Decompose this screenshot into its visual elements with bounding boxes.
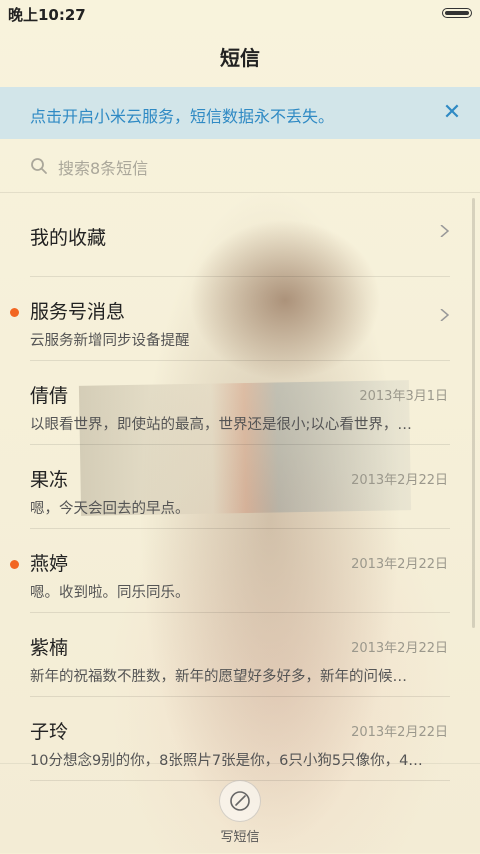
conversation-row[interactable]: 服务号消息云服务新增同步设备提醒 xyxy=(0,277,480,361)
unread-dot xyxy=(10,560,19,569)
conversation-list: 我的收藏服务号消息云服务新增同步设备提醒倩倩以眼看世界，即使站的最高，世界还是很… xyxy=(0,193,480,781)
bottom-bar: 写短信 xyxy=(0,763,480,854)
conversation-row[interactable]: 燕婷嗯。收到啦。同乐同乐。 2013年2月22日 xyxy=(0,529,480,613)
conversation-row[interactable]: 倩倩以眼看世界，即使站的最高，世界还是很小;以心看世界，… 2013年3月1日 xyxy=(0,361,480,445)
status-time: 晚上10:27 xyxy=(8,6,86,24)
compose-button[interactable] xyxy=(219,780,261,822)
unread-dot xyxy=(10,308,19,317)
conversation-date: 2013年2月22日 xyxy=(351,557,448,572)
conversation-date: 2013年2月22日 xyxy=(351,725,448,740)
close-icon[interactable]: ✕ xyxy=(438,99,466,127)
search-bar[interactable]: 搜索8条短信 xyxy=(0,140,480,193)
page-title: 短信 xyxy=(220,46,260,70)
conversation-preview: 新年的祝福数不胜数，新年的愿望好多好多，新年的问候… xyxy=(30,669,407,685)
conversation-name: 果冻 xyxy=(30,469,69,491)
conversation-name: 服务号消息 xyxy=(30,301,126,323)
search-icon xyxy=(31,158,47,174)
search-input[interactable]: 搜索8条短信 xyxy=(58,155,148,179)
chevron-right-icon xyxy=(440,225,450,237)
conversation-preview: 以眼看世界，即使站的最高，世界还是很小;以心看世界，… xyxy=(30,417,412,433)
conversation-row[interactable]: 果冻嗯，今天会回去的早点。 2013年2月22日 xyxy=(0,445,480,529)
banner-text[interactable]: 点击开启小米云服务，短信数据永不丢失。 xyxy=(30,103,334,127)
battery-icon xyxy=(442,8,472,18)
scrollbar[interactable] xyxy=(472,198,475,628)
compose-icon xyxy=(230,791,250,811)
conversation-date: 2013年2月22日 xyxy=(351,641,448,656)
conversation-name: 燕婷 xyxy=(30,553,69,575)
conversation-preview: 嗯。收到啦。同乐同乐。 xyxy=(30,585,190,601)
cloud-service-banner[interactable]: 点击开启小米云服务，短信数据永不丢失。 ✕ xyxy=(0,87,480,139)
conversation-name: 紫楠 xyxy=(30,637,69,659)
conversation-name: 倩倩 xyxy=(30,385,69,407)
conversation-date: 2013年2月22日 xyxy=(351,473,448,488)
conversation-row[interactable]: 我的收藏 xyxy=(0,193,480,277)
status-bar: 晚上10:27 xyxy=(0,0,480,28)
conversation-preview: 云服务新增同步设备提醒 xyxy=(30,333,190,349)
conversation-name: 子玲 xyxy=(30,721,69,743)
conversation-preview: 嗯，今天会回去的早点。 xyxy=(30,501,190,517)
conversation-row[interactable]: 紫楠新年的祝福数不胜数，新年的愿望好多好多，新年的问候… 2013年2月22日 xyxy=(0,613,480,697)
compose-label[interactable]: 写短信 xyxy=(0,826,480,845)
conversation-name: 我的收藏 xyxy=(30,227,107,249)
chevron-right-icon xyxy=(440,309,450,321)
conversation-date: 2013年3月1日 xyxy=(359,389,448,404)
